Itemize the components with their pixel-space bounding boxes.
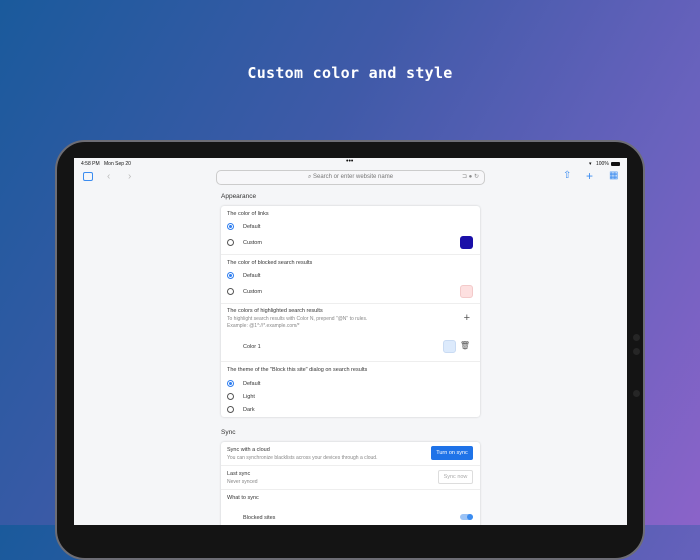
share-icon[interactable]: ⇧ — [563, 171, 571, 181]
sync-cloud-label: Sync with a cloud — [227, 447, 270, 453]
divider — [221, 465, 480, 466]
radio-label: Custom — [243, 240, 262, 246]
wifi-icon: ▾ — [589, 161, 592, 167]
links-default-radio[interactable] — [227, 223, 234, 230]
camera-dot — [633, 390, 640, 397]
sync-cloud-desc: You can synchronize blacklists across yo… — [227, 455, 378, 461]
radio-label: Dark — [243, 407, 255, 413]
blocked-custom-radio[interactable] — [227, 288, 234, 295]
new-tab-icon[interactable]: + — [586, 170, 593, 182]
back-icon[interactable]: ‹ — [107, 172, 110, 182]
battery-label: 100% — [596, 161, 609, 167]
sync-now-button[interactable]: Sync now — [438, 470, 473, 484]
blocked-sites-toggle[interactable] — [460, 514, 473, 520]
highlight-colors-label: The colors of highlighted search results — [227, 308, 323, 314]
status-date: Mon Sep 20 — [104, 161, 131, 167]
theme-dark-radio[interactable] — [227, 406, 234, 413]
theme-light-radio[interactable] — [227, 393, 234, 400]
blocked-sites-label: Blocked sites — [243, 515, 276, 521]
last-sync-label: Last sync — [227, 471, 251, 477]
color1-label: Color 1 — [243, 344, 261, 350]
links-color-swatch[interactable] — [460, 236, 473, 249]
appearance-card: The color of links Default Custom The co… — [221, 206, 480, 417]
camera-dot — [633, 334, 640, 341]
last-sync-value: Never synced — [227, 479, 258, 485]
screen: 4:58 PM Mon Sep 20 ••• ▾ 100% ‹ › ⌕ Sear… — [74, 158, 627, 525]
radio-label: Custom — [243, 289, 262, 295]
more-dots-icon[interactable]: ••• — [346, 158, 353, 165]
radio-label: Light — [243, 394, 255, 400]
address-bar[interactable]: ⌕ Search or enter website name ⊐ ● ↻ — [216, 170, 485, 185]
sync-card: Sync with a cloud You can synchronize bl… — [221, 442, 480, 525]
tabs-overview-icon[interactable]: ▦ — [609, 171, 618, 181]
theme-label: The theme of the "Block this site" dialo… — [227, 367, 368, 373]
divider — [221, 303, 480, 304]
status-time: 4:58 PM — [81, 161, 100, 167]
links-color-label: The color of links — [227, 211, 269, 217]
add-color-icon[interactable]: + — [464, 312, 470, 324]
links-custom-radio[interactable] — [227, 239, 234, 246]
blocked-default-radio[interactable] — [227, 272, 234, 279]
forward-icon[interactable]: › — [128, 172, 131, 182]
camera-dot — [633, 348, 640, 355]
search-placeholder: Search or enter website name — [312, 174, 394, 180]
headline: Custom color and style — [247, 64, 453, 82]
radio-label: Default — [243, 381, 261, 387]
divider — [221, 254, 480, 255]
highlight-example: Example: @1*://*.example.com/* — [227, 323, 300, 329]
appearance-heading: Appearance — [221, 193, 257, 200]
divider — [221, 361, 480, 362]
radio-label: Default — [243, 273, 261, 279]
trash-icon[interactable]: 🗑 — [460, 341, 470, 350]
divider — [221, 489, 480, 490]
battery-icon — [611, 162, 620, 166]
turn-on-sync-button[interactable]: Turn on sync — [431, 446, 473, 460]
highlight-desc: To highlight search results with Color N… — [227, 316, 368, 322]
color1-swatch[interactable] — [443, 340, 456, 353]
sync-heading: Sync — [221, 429, 236, 436]
reader-mic-reload-icons[interactable]: ⊐ ● ↻ — [462, 171, 479, 184]
blocked-color-label: The color of blocked search results — [227, 260, 313, 266]
blocked-color-swatch[interactable] — [460, 285, 473, 298]
radio-label: Default — [243, 224, 261, 230]
sidebar-toggle-icon[interactable] — [83, 172, 93, 181]
theme-default-radio[interactable] — [227, 380, 234, 387]
what-to-sync-label: What to sync — [227, 495, 259, 501]
